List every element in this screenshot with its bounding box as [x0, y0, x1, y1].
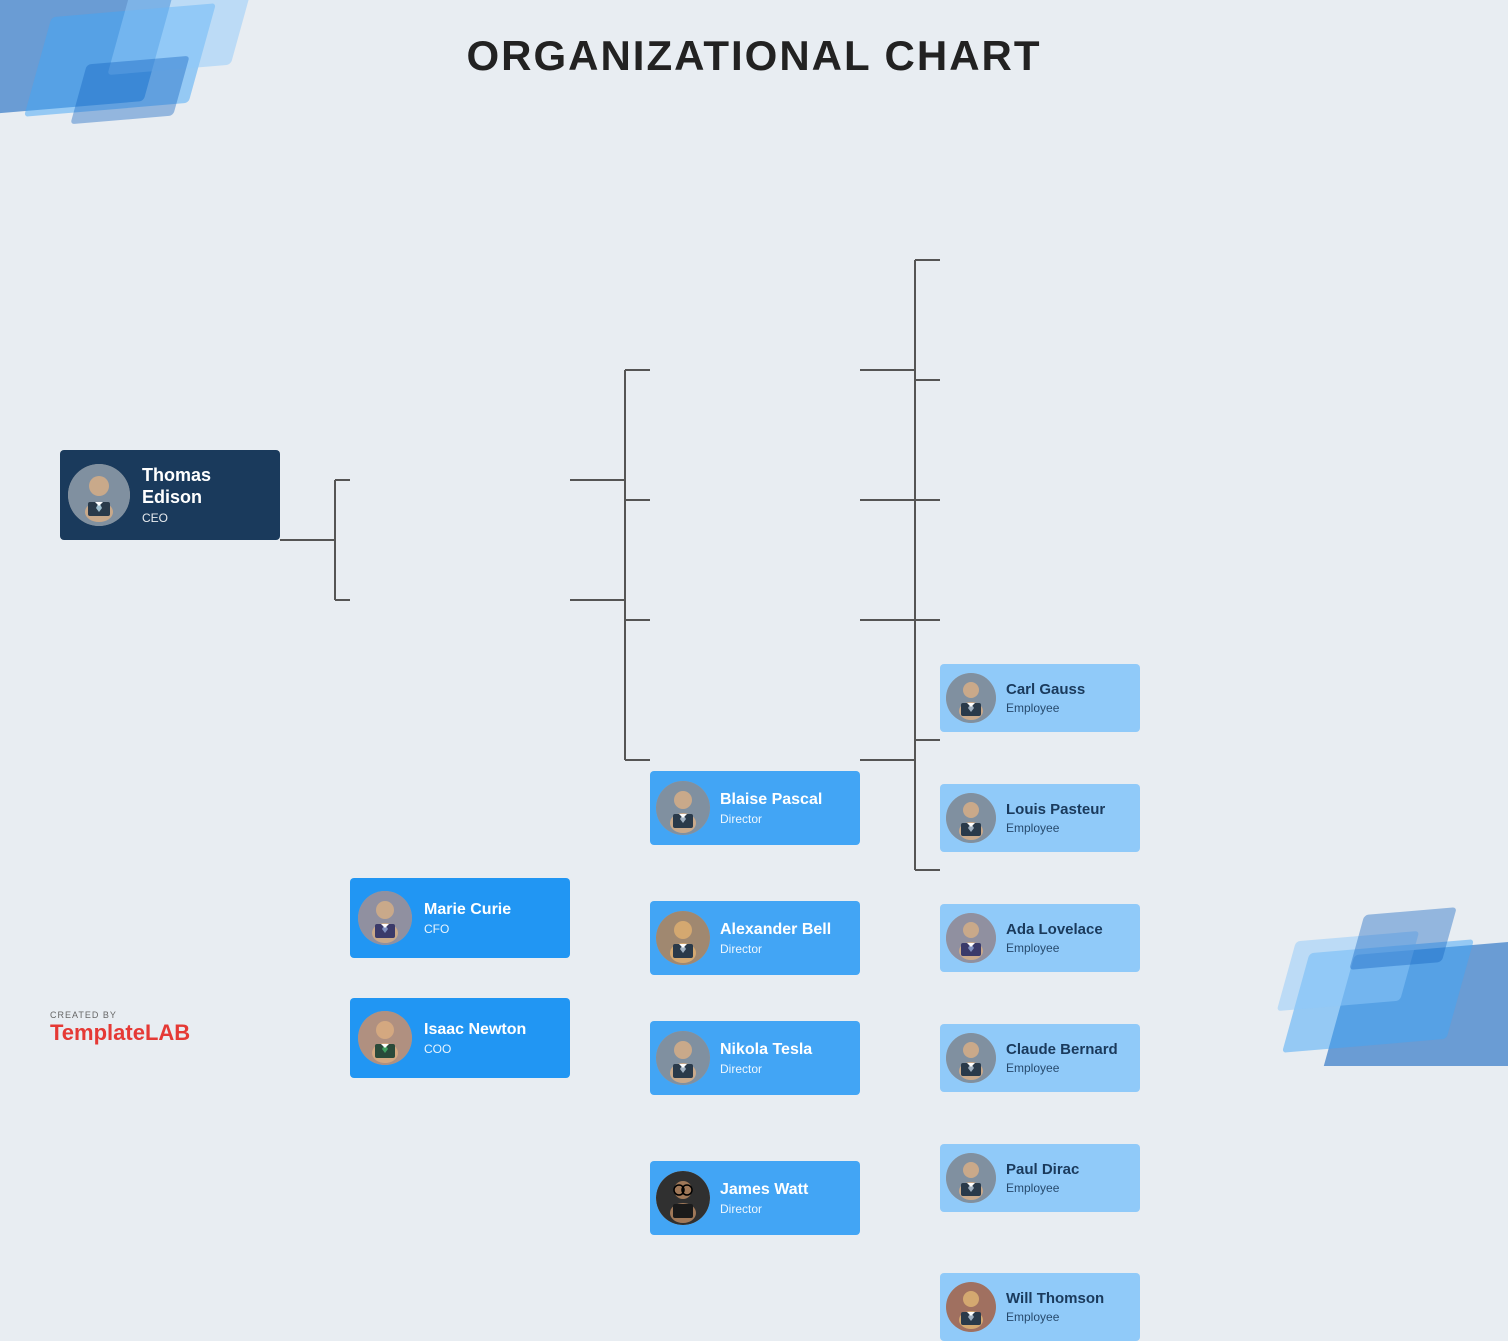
avatar-nikola-tesla: [656, 1031, 710, 1085]
node-isaac-newton: Isaac Newton COO: [350, 998, 570, 1078]
ada-lovelace-text: Ada Lovelace Employee: [1006, 921, 1103, 955]
avatar-isaac-newton: [358, 1011, 412, 1065]
nikola-tesla-role: Director: [720, 1062, 812, 1076]
node-alexander-bell: Alexander Bell Director: [650, 901, 860, 975]
ceo-column: Thomas Edison CEO: [60, 450, 280, 540]
node-james-watt: James Watt Director: [650, 1161, 860, 1235]
avatar-james-watt: [656, 1171, 710, 1225]
carl-gauss-role: Employee: [1006, 701, 1085, 715]
nikola-tesla-text: Nikola Tesla Director: [720, 1040, 812, 1075]
carl-gauss-name: Carl Gauss: [1006, 681, 1085, 699]
paul-dirac-name: Paul Dirac: [1006, 1161, 1079, 1179]
avatar-will-thomson: [946, 1282, 996, 1332]
will-thomson-role: Employee: [1006, 1310, 1104, 1324]
isaac-newton-role: COO: [424, 1042, 526, 1056]
brand-template: Template: [50, 1020, 145, 1045]
node-blaise-pascal: Blaise Pascal Director: [650, 771, 860, 845]
james-watt-name: James Watt: [720, 1180, 808, 1199]
node-carl-gauss: Carl Gauss Employee: [940, 664, 1140, 732]
claude-bernard-role: Employee: [1006, 1061, 1118, 1075]
ceo-text: Thomas Edison CEO: [142, 465, 264, 524]
marie-curie-name: Marie Curie: [424, 900, 511, 919]
node-ceo: Thomas Edison CEO: [60, 450, 280, 540]
isaac-newton-name: Isaac Newton: [424, 1020, 526, 1039]
ceo-name: Thomas Edison: [142, 465, 264, 508]
alexander-bell-role: Director: [720, 942, 831, 956]
paul-dirac-text: Paul Dirac Employee: [1006, 1161, 1079, 1195]
page-title: ORGANIZATIONAL CHART: [0, 32, 1508, 80]
avatar-ada-lovelace: [946, 913, 996, 963]
node-claude-bernard: Claude Bernard Employee: [940, 1024, 1140, 1092]
node-paul-dirac: Paul Dirac Employee: [940, 1144, 1140, 1212]
node-will-thomson: Will Thomson Employee: [940, 1273, 1140, 1341]
brand: CREATED BY TemplateLAB: [50, 1010, 190, 1046]
node-louis-pasteur: Louis Pasteur Employee: [940, 784, 1140, 852]
avatar-ceo: [68, 464, 130, 526]
louis-pasteur-text: Louis Pasteur Employee: [1006, 801, 1105, 835]
ceo-role: CEO: [142, 511, 264, 525]
alexander-bell-name: Alexander Bell: [720, 920, 831, 939]
brand-lab: LAB: [145, 1020, 190, 1045]
nikola-tesla-name: Nikola Tesla: [720, 1040, 812, 1059]
node-nikola-tesla: Nikola Tesla Director: [650, 1021, 860, 1095]
james-watt-role: Director: [720, 1202, 808, 1216]
paul-dirac-role: Employee: [1006, 1181, 1079, 1195]
isaac-newton-text: Isaac Newton COO: [424, 1020, 526, 1055]
blaise-pascal-name: Blaise Pascal: [720, 790, 822, 809]
brand-created-by: CREATED BY: [50, 1010, 117, 1020]
brand-name: TemplateLAB: [50, 1020, 190, 1046]
louis-pasteur-role: Employee: [1006, 821, 1105, 835]
alexander-bell-text: Alexander Bell Director: [720, 920, 831, 955]
claude-bernard-name: Claude Bernard: [1006, 1041, 1118, 1059]
claude-bernard-text: Claude Bernard Employee: [1006, 1041, 1118, 1075]
avatar-marie-curie: [358, 891, 412, 945]
blaise-pascal-role: Director: [720, 812, 822, 826]
will-thomson-text: Will Thomson Employee: [1006, 1290, 1104, 1324]
louis-pasteur-name: Louis Pasteur: [1006, 801, 1105, 819]
marie-curie-text: Marie Curie CFO: [424, 900, 511, 935]
james-watt-text: James Watt Director: [720, 1180, 808, 1215]
avatar-claude-bernard: [946, 1033, 996, 1083]
avatar-paul-dirac: [946, 1153, 996, 1203]
avatar-alexander-bell: [656, 911, 710, 965]
ada-lovelace-name: Ada Lovelace: [1006, 921, 1103, 939]
marie-curie-role: CFO: [424, 922, 511, 936]
blaise-pascal-text: Blaise Pascal Director: [720, 790, 822, 825]
node-marie-curie: Marie Curie CFO: [350, 878, 570, 958]
avatar-carl-gauss: [946, 673, 996, 723]
will-thomson-name: Will Thomson: [1006, 1290, 1104, 1308]
avatar-blaise-pascal: [656, 781, 710, 835]
avatar-louis-pasteur: [946, 793, 996, 843]
ada-lovelace-role: Employee: [1006, 941, 1103, 955]
carl-gauss-text: Carl Gauss Employee: [1006, 681, 1085, 715]
node-ada-lovelace: Ada Lovelace Employee: [940, 904, 1140, 972]
chart-container: Thomas Edison CEO Marie Curie CFO: [40, 110, 1468, 986]
